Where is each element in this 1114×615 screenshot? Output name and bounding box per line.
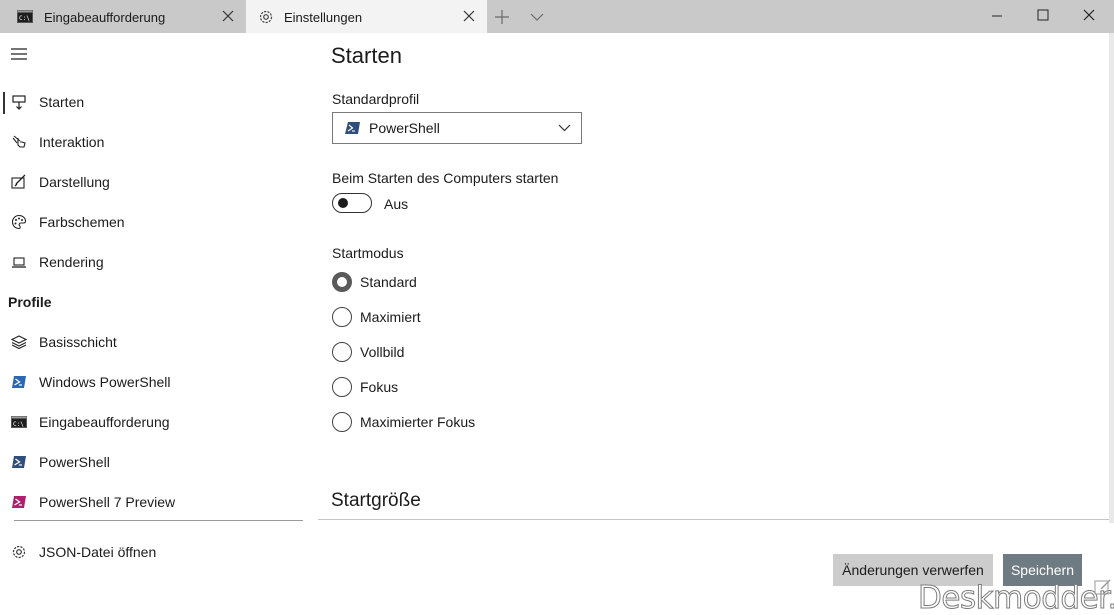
sidebar-item-label: Interaktion: [39, 134, 105, 150]
settings-content: Starten Standardprofil PowerShell Beim S…: [318, 33, 1114, 615]
cmd-icon: C:\: [17, 10, 33, 23]
radio-label-vollbild: Vollbild: [360, 344, 405, 360]
tab-title: Eingabeaufforderung: [44, 10, 166, 25]
maximize-icon[interactable]: [1036, 8, 1050, 22]
sidebar-item-open-json[interactable]: JSON-Datei öffnen: [0, 534, 318, 570]
sidebar-item-label: Eingabeaufforderung: [39, 414, 170, 430]
chevron-down-icon: [558, 124, 571, 132]
appearance-icon: [11, 174, 26, 189]
launch-mode-label: Startmodus: [332, 245, 404, 261]
sidebar: Starten Interaktion Darstellung Farbsche…: [0, 33, 318, 615]
hamburger-menu-icon[interactable]: [11, 48, 27, 60]
powershell-icon: [345, 122, 360, 134]
default-profile-label: Standardprofil: [332, 91, 420, 107]
sidebar-item-label: Starten: [39, 94, 85, 110]
chevron-down-icon[interactable]: [530, 12, 544, 22]
sidebar-item-starten[interactable]: Starten: [0, 84, 318, 120]
sidebar-item-basisschicht[interactable]: Basisschicht: [0, 324, 318, 360]
startup-label: Beim Starten des Computers starten: [332, 170, 559, 186]
profiles-header: Profile: [8, 294, 52, 310]
edit-icon: [1094, 579, 1111, 595]
startup-toggle-state: Aus: [384, 196, 409, 212]
sidebar-item-label: Windows PowerShell: [39, 374, 171, 390]
sidebar-item-windows-powershell[interactable]: Windows PowerShell: [0, 364, 318, 400]
close-tab-icon[interactable]: [222, 10, 234, 22]
page-title: Starten: [331, 43, 402, 68]
scrollbar[interactable]: [1109, 33, 1114, 523]
sidebar-item-powershell[interactable]: PowerShell: [0, 444, 318, 480]
sidebar-item-farbschemen[interactable]: Farbschemen: [0, 204, 318, 240]
tab-eingabeaufforderung[interactable]: C:\ Eingabeaufforderung: [0, 0, 246, 33]
powershell-icon: [12, 456, 26, 468]
watermark: Deskmodder.de: [918, 580, 1114, 615]
radio-maximiert[interactable]: [332, 307, 352, 327]
sidebar-item-interaktion[interactable]: Interaktion: [0, 124, 318, 160]
launch-icon: [12, 95, 26, 110]
radio-standard[interactable]: [332, 272, 352, 292]
sidebar-item-label: Darstellung: [39, 174, 110, 190]
interaction-icon: [12, 135, 26, 148]
sidebar-item-powershell-7-preview[interactable]: PowerShell 7 Preview: [0, 484, 318, 520]
sidebar-item-label: PowerShell: [39, 454, 110, 470]
radio-maximierter-fokus[interactable]: [332, 412, 352, 432]
radio-vollbild[interactable]: [332, 342, 352, 362]
content-divider: [318, 519, 1114, 520]
close-tab-icon[interactable]: [463, 10, 475, 22]
tab-title: Einstellungen: [284, 10, 363, 25]
palette-icon: [11, 214, 27, 230]
radio-label-maximiert: Maximiert: [360, 309, 421, 325]
laptop-icon: [12, 257, 26, 268]
radio-label-fokus: Fokus: [360, 379, 399, 395]
startup-toggle[interactable]: [332, 193, 372, 213]
new-tab-icon[interactable]: [494, 9, 510, 25]
svg-text:C:\: C:\: [19, 15, 30, 22]
sidebar-item-label: Farbschemen: [39, 214, 125, 230]
sidebar-item-label: Basisschicht: [39, 334, 117, 350]
default-profile-value: PowerShell: [369, 120, 440, 136]
powershell-icon: [12, 376, 26, 388]
tab-einstellungen[interactable]: Einstellungen: [246, 0, 487, 33]
sidebar-divider: [14, 520, 303, 521]
toggle-knob: [338, 198, 348, 208]
sidebar-item-label: Rendering: [39, 254, 104, 270]
radio-label-standard: Standard: [360, 274, 417, 290]
layers-icon: [11, 335, 27, 350]
title-bar: C:\ Eingabeaufforderung Einstellungen: [0, 0, 1114, 33]
cmd-icon: C:\: [11, 416, 27, 428]
radio-fokus[interactable]: [332, 377, 352, 397]
powershell-preview-icon: [12, 496, 26, 508]
gear-icon: [12, 545, 26, 559]
sidebar-item-eingabeaufforderung[interactable]: C:\ Eingabeaufforderung: [0, 404, 318, 440]
gear-icon: [259, 10, 273, 24]
radio-label-maximierter-fokus: Maximierter Fokus: [360, 414, 476, 430]
close-window-icon[interactable]: [1082, 8, 1096, 22]
sidebar-item-rendering[interactable]: Rendering: [0, 244, 318, 280]
minimize-icon[interactable]: [990, 9, 1004, 23]
sidebar-item-label: PowerShell 7 Preview: [39, 494, 176, 510]
svg-text:C:\: C:\: [13, 421, 24, 428]
sidebar-item-label: JSON-Datei öffnen: [39, 544, 157, 560]
section-title-startgroesse: Startgröße: [331, 490, 421, 511]
default-profile-dropdown[interactable]: PowerShell: [332, 112, 582, 144]
sidebar-item-darstellung[interactable]: Darstellung: [0, 164, 318, 200]
